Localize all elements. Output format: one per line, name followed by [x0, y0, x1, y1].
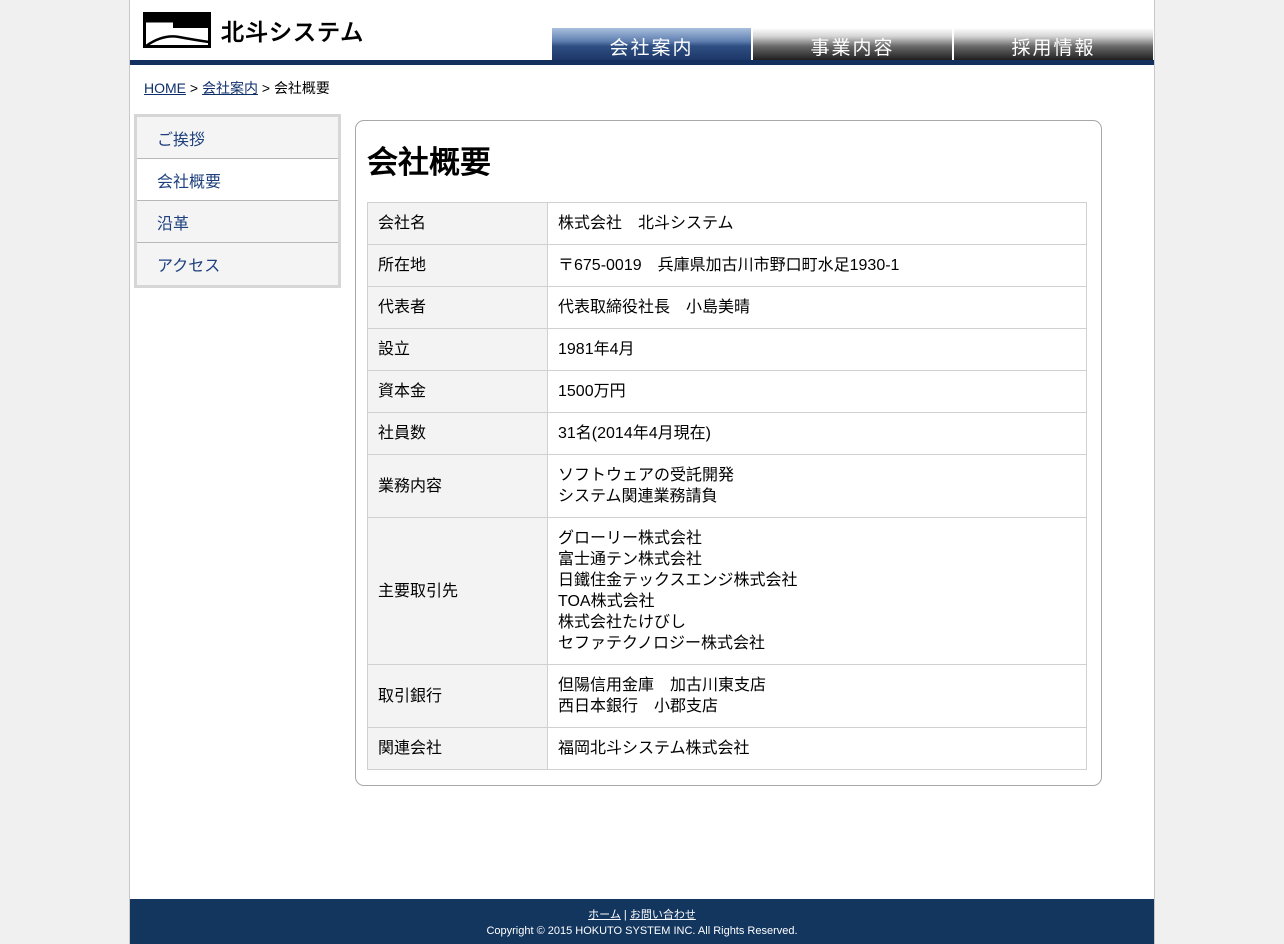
side-nav: ご挨拶 会社概要 沿革 アクセス [134, 114, 341, 288]
row-label: 資本金 [367, 370, 548, 413]
logo-text: 北斗システム [221, 20, 365, 46]
footer-contact-link[interactable]: お問い合わせ [630, 909, 696, 921]
row-value: 1500万円 [547, 370, 1087, 413]
header-divider [130, 60, 1154, 65]
table-row: 業務内容 ソフトウェアの受託開発 システム関連業務請負 [367, 454, 1087, 518]
table-row: 関連会社 福岡北斗システム株式会社 [367, 727, 1087, 770]
tab-business[interactable]: 事業内容 [753, 28, 952, 61]
footer-home-link[interactable]: ホーム [588, 909, 621, 921]
row-label: 業務内容 [367, 454, 548, 518]
row-value: 1981年4月 [547, 328, 1087, 371]
row-value: ソフトウェアの受託開発 システム関連業務請負 [547, 454, 1087, 518]
table-row: 所在地 〒675-0019 兵庫県加古川市野口町水足1930-1 [367, 244, 1087, 287]
row-label: 主要取引先 [367, 517, 548, 665]
copyright-text: Copyright © 2015 HOKUTO SYSTEM INC. All … [486, 925, 798, 937]
table-row: 会社名 株式会社 北斗システム [367, 202, 1087, 245]
breadcrumb-home-link[interactable]: HOME [144, 80, 186, 96]
table-row: 取引銀行 但陽信用金庫 加古川東支店 西日本銀行 小郡支店 [367, 664, 1087, 728]
row-label: 設立 [367, 328, 548, 371]
row-value: 31名(2014年4月現在) [547, 412, 1087, 455]
row-label: 所在地 [367, 244, 548, 287]
breadcrumb-current: 会社概要 [273, 80, 330, 96]
sidenav-item-history[interactable]: 沿革 [137, 201, 338, 243]
row-label: 社員数 [367, 412, 548, 455]
sidenav-item-overview[interactable]: 会社概要 [137, 159, 338, 201]
site-logo[interactable]: 北斗システム [143, 10, 364, 50]
table-row: 主要取引先 グローリー株式会社 富士通テン株式会社 日鐵住金テックスエンジ株式会… [367, 517, 1087, 665]
page-container: 北斗システム 会社案内 事業内容 採用情報 HOME > 会社案内 > 会社概要… [129, 0, 1155, 944]
company-info-table: 会社名 株式会社 北斗システム 所在地 〒675-0019 兵庫県加古川市野口町… [367, 202, 1087, 770]
footer-separator: | [623, 909, 627, 921]
row-value: 〒675-0019 兵庫県加古川市野口町水足1930-1 [547, 244, 1087, 287]
table-row: 代表者 代表取締役社長 小島美晴 [367, 286, 1087, 329]
row-value: 福岡北斗システム株式会社 [547, 727, 1087, 770]
breadcrumb-parent-link[interactable]: 会社案内 [202, 80, 258, 96]
row-label: 会社名 [367, 202, 548, 245]
breadcrumb-separator: > [261, 80, 271, 96]
breadcrumb: HOME > 会社案内 > 会社概要 [144, 78, 330, 98]
footer-links: ホーム | お問い合わせ [130, 906, 1154, 922]
table-row: 社員数 31名(2014年4月現在) [367, 412, 1087, 455]
row-label: 代表者 [367, 286, 548, 329]
page-title: 会社概要 [367, 145, 491, 180]
row-value: グローリー株式会社 富士通テン株式会社 日鐵住金テックスエンジ株式会社 TOA株… [547, 517, 1087, 665]
row-value: 代表取締役社長 小島美晴 [547, 286, 1087, 329]
footer: ホーム | お問い合わせ Copyright © 2015 HOKUTO SYS… [130, 899, 1154, 944]
breadcrumb-separator: > [189, 80, 199, 96]
row-value: 但陽信用金庫 加古川東支店 西日本銀行 小郡支店 [547, 664, 1087, 728]
sidenav-item-access[interactable]: アクセス [137, 243, 338, 285]
row-value: 株式会社 北斗システム [547, 202, 1087, 245]
sidenav-item-greeting[interactable]: ご挨拶 [137, 117, 338, 159]
row-label: 取引銀行 [367, 664, 548, 728]
global-nav: 会社案内 事業内容 採用情報 [552, 28, 1155, 61]
table-row: 資本金 1500万円 [367, 370, 1087, 413]
row-label: 関連会社 [367, 727, 548, 770]
tab-recruit[interactable]: 採用情報 [954, 28, 1153, 61]
logo-mark-icon [143, 12, 211, 48]
table-row: 設立 1981年4月 [367, 328, 1087, 371]
tab-company[interactable]: 会社案内 [552, 28, 751, 61]
content-panel: 会社概要 会社名 株式会社 北斗システム 所在地 〒675-0019 兵庫県加古… [355, 120, 1102, 786]
